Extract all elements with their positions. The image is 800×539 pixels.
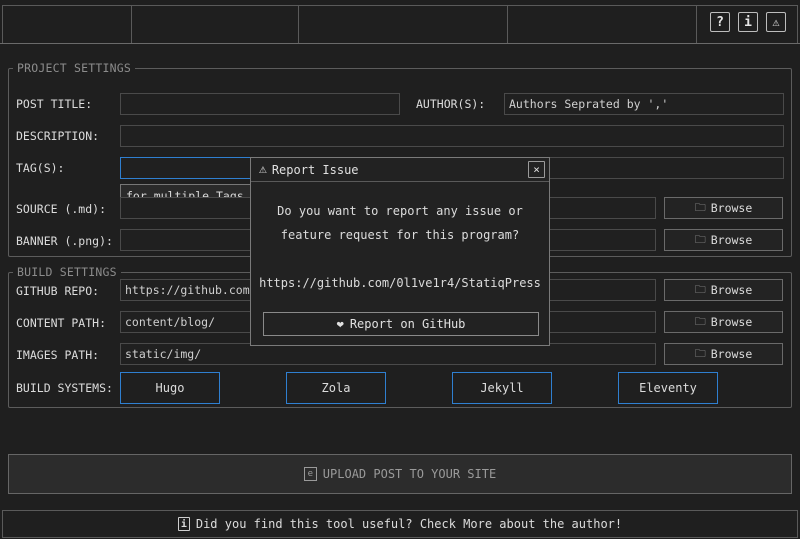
description-input[interactable]	[120, 125, 784, 147]
github-repo-label: GITHUB REPO:	[16, 284, 100, 298]
folder-icon: 🗀	[694, 314, 706, 328]
dialog-title: Report Issue	[271, 162, 359, 177]
content-path-browse-button[interactable]: 🗀 Browse	[664, 311, 783, 333]
build-settings-legend: BUILD SETTINGS	[17, 265, 117, 279]
source-label: SOURCE (.md):	[16, 202, 107, 216]
report-issue-dialog: ⚠ Report Issue × Do you want to report a…	[250, 157, 550, 346]
dialog-header: ⚠ Report Issue	[251, 158, 549, 182]
project-settings-legend: PROJECT SETTINGS	[17, 61, 131, 75]
content-path-label: CONTENT PATH:	[16, 316, 107, 330]
close-icon[interactable]: ×	[528, 161, 545, 178]
warning-icon[interactable]: ⚠	[766, 12, 786, 32]
warning-icon: ⚠	[259, 162, 267, 177]
heart-icon: ❤	[336, 317, 344, 331]
images-path-input[interactable]: static/img/	[120, 343, 656, 365]
authors-input[interactable]: Authors Seprated by ','	[504, 93, 784, 115]
browse-label: Browse	[710, 315, 753, 329]
browse-label: Browse	[710, 347, 753, 361]
author-footer-link[interactable]: i Did you find this tool useful? Check M…	[2, 510, 798, 538]
tags-input-extension[interactable]	[530, 157, 784, 179]
upload-label: UPLOAD POST TO YOUR SITE	[322, 467, 497, 481]
folder-icon: 🗀	[694, 346, 706, 360]
browse-label: Browse	[710, 233, 753, 247]
report-button-label: Report on GitHub	[349, 317, 466, 331]
dialog-message-line-2: feature request for this program?	[280, 228, 520, 242]
github-repo-browse-button[interactable]: 🗀 Browse	[664, 279, 783, 301]
build-system-zola-button[interactable]: Zola	[286, 372, 386, 404]
post-title-input[interactable]	[120, 93, 400, 115]
authors-label: AUTHOR(S):	[416, 97, 486, 111]
post-title-label: POST TITLE:	[16, 97, 93, 111]
top-bar-cell	[298, 5, 508, 43]
build-system-eleventy-button[interactable]: Eleventy	[618, 372, 718, 404]
tags-label: TAG(S):	[16, 161, 65, 175]
folder-icon: 🗀	[694, 232, 706, 246]
report-on-github-button[interactable]: ❤ Report on GitHub	[263, 312, 539, 336]
footer-text: Did you find this tool useful? Check Mor…	[195, 517, 623, 531]
upload-post-button[interactable]: e UPLOAD POST TO YOUR SITE	[8, 454, 792, 494]
top-bar: ? i ⚠	[0, 0, 800, 44]
info-icon: i	[177, 517, 190, 531]
build-system-hugo-button[interactable]: Hugo	[120, 372, 220, 404]
source-browse-button[interactable]: 🗀 Browse	[664, 197, 783, 219]
info-icon[interactable]: i	[738, 12, 758, 32]
top-bar-cell	[131, 5, 299, 43]
folder-icon: 🗀	[694, 200, 706, 214]
build-systems-label: BUILD SYSTEMS:	[16, 381, 113, 395]
folder-icon: 🗀	[694, 282, 706, 296]
top-bar-cell	[2, 5, 132, 43]
images-path-label: IMAGES PATH:	[16, 348, 100, 362]
upload-icon: e	[303, 467, 317, 481]
images-path-browse-button[interactable]: 🗀 Browse	[664, 343, 783, 365]
dialog-repo-url: https://github.com/0l1ve1r4/StatiqPress	[259, 276, 541, 290]
description-label: DESCRIPTION:	[16, 129, 100, 143]
top-bar-cell	[507, 5, 697, 43]
help-icon[interactable]: ?	[710, 12, 730, 32]
banner-browse-button[interactable]: 🗀 Browse	[664, 229, 783, 251]
browse-label: Browse	[710, 283, 753, 297]
banner-label: BANNER (.png):	[16, 234, 113, 248]
dialog-message-line-1: Do you want to report any issue or	[277, 204, 523, 218]
build-system-jekyll-button[interactable]: Jekyll	[452, 372, 552, 404]
browse-label: Browse	[710, 201, 753, 215]
